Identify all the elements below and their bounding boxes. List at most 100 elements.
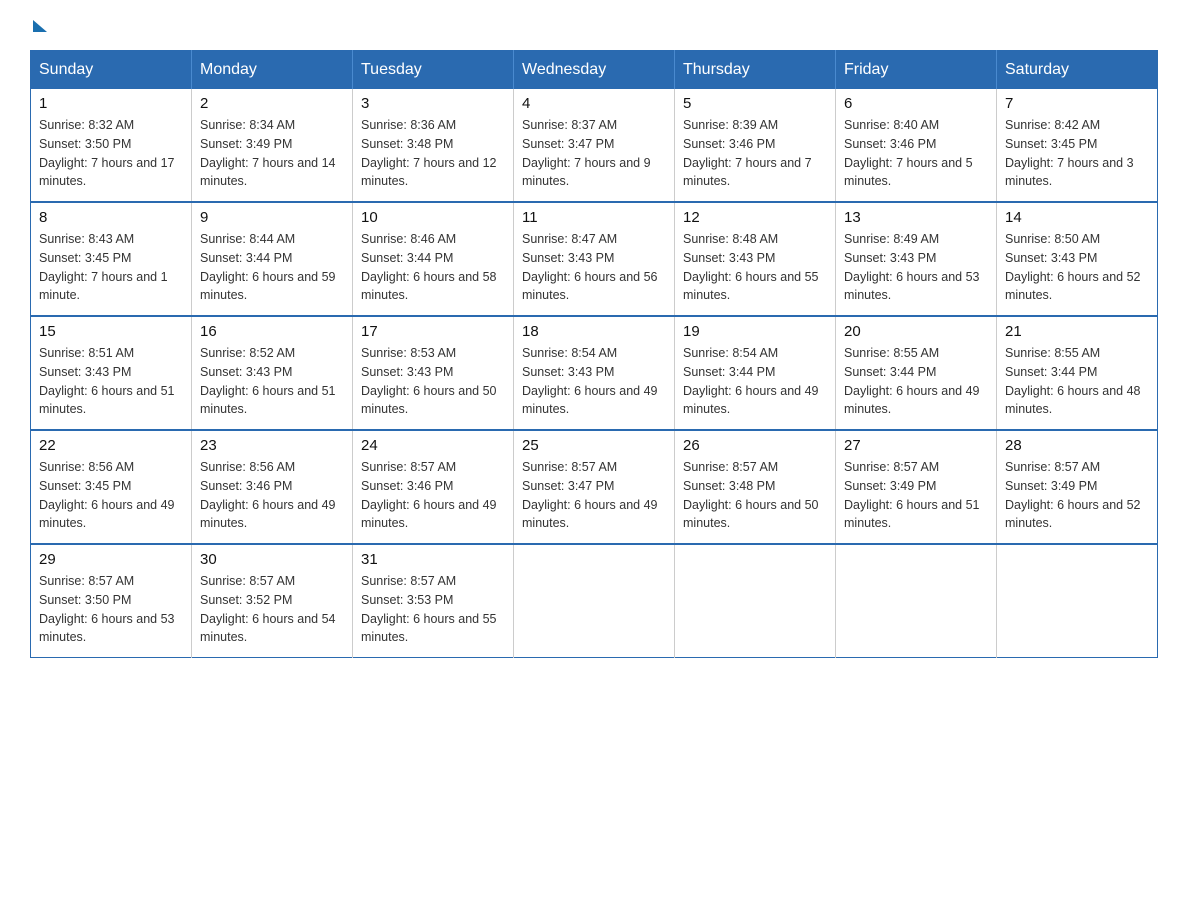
calendar-day-cell: 28 Sunrise: 8:57 AMSunset: 3:49 PMDayligh… (997, 430, 1158, 544)
day-info: Sunrise: 8:43 AMSunset: 3:45 PMDaylight:… (39, 230, 183, 305)
day-info: Sunrise: 8:47 AMSunset: 3:43 PMDaylight:… (522, 230, 666, 305)
calendar-table: SundayMondayTuesdayWednesdayThursdayFrid… (30, 50, 1158, 658)
day-info: Sunrise: 8:36 AMSunset: 3:48 PMDaylight:… (361, 116, 505, 191)
day-number: 21 (1005, 323, 1149, 340)
calendar-day-cell: 19 Sunrise: 8:54 AMSunset: 3:44 PMDayligh… (675, 316, 836, 430)
day-info: Sunrise: 8:39 AMSunset: 3:46 PMDaylight:… (683, 116, 827, 191)
day-info: Sunrise: 8:55 AMSunset: 3:44 PMDaylight:… (1005, 344, 1149, 419)
calendar-day-cell: 1Sunrise: 8:32 AMSunset: 3:50 PMDaylight… (31, 89, 192, 202)
calendar-day-cell: 6 Sunrise: 8:40 AMSunset: 3:46 PMDaylight… (836, 89, 997, 202)
calendar-day-cell: 12Sunrise: 8:48 AMSunset: 3:43 PMDayligh… (675, 202, 836, 316)
day-number: 31 (361, 551, 505, 568)
calendar-day-cell: 13 Sunrise: 8:49 AMSunset: 3:43 PMDayligh… (836, 202, 997, 316)
day-number: 27 (844, 437, 988, 454)
day-info: Sunrise: 8:32 AMSunset: 3:50 PMDaylight:… (39, 116, 183, 191)
day-info: Sunrise: 8:57 AMSunset: 3:50 PMDaylight:… (39, 572, 183, 647)
day-number: 15 (39, 323, 183, 340)
calendar-day-cell: 2 Sunrise: 8:34 AMSunset: 3:49 PMDaylight… (192, 89, 353, 202)
calendar-day-cell: 5 Sunrise: 8:39 AMSunset: 3:46 PMDaylight… (675, 89, 836, 202)
logo (30, 20, 47, 30)
calendar-day-header: Tuesday (353, 51, 514, 90)
calendar-day-cell: 14 Sunrise: 8:50 AMSunset: 3:43 PMDayligh… (997, 202, 1158, 316)
day-number: 9 (200, 209, 344, 226)
day-number: 6 (844, 95, 988, 112)
day-number: 17 (361, 323, 505, 340)
calendar-day-cell: 18Sunrise: 8:54 AMSunset: 3:43 PMDayligh… (514, 316, 675, 430)
calendar-day-cell (514, 544, 675, 658)
day-number: 12 (683, 209, 827, 226)
day-info: Sunrise: 8:57 AMSunset: 3:52 PMDaylight:… (200, 572, 344, 647)
calendar-day-cell (997, 544, 1158, 658)
day-number: 10 (361, 209, 505, 226)
calendar-day-header: Monday (192, 51, 353, 90)
calendar-day-header: Saturday (997, 51, 1158, 90)
day-number: 30 (200, 551, 344, 568)
day-info: Sunrise: 8:54 AMSunset: 3:44 PMDaylight:… (683, 344, 827, 419)
calendar-day-cell: 16 Sunrise: 8:52 AMSunset: 3:43 PMDayligh… (192, 316, 353, 430)
day-info: Sunrise: 8:54 AMSunset: 3:43 PMDaylight:… (522, 344, 666, 419)
calendar-day-cell: 29 Sunrise: 8:57 AMSunset: 3:50 PMDayligh… (31, 544, 192, 658)
day-number: 22 (39, 437, 183, 454)
calendar-day-cell: 8 Sunrise: 8:43 AMSunset: 3:45 PMDaylight… (31, 202, 192, 316)
page-header (30, 20, 1158, 30)
day-number: 13 (844, 209, 988, 226)
calendar-week-row: 1Sunrise: 8:32 AMSunset: 3:50 PMDaylight… (31, 89, 1158, 202)
day-info: Sunrise: 8:40 AMSunset: 3:46 PMDaylight:… (844, 116, 988, 191)
calendar-week-row: 8 Sunrise: 8:43 AMSunset: 3:45 PMDaylight… (31, 202, 1158, 316)
day-info: Sunrise: 8:44 AMSunset: 3:44 PMDaylight:… (200, 230, 344, 305)
day-info: Sunrise: 8:49 AMSunset: 3:43 PMDaylight:… (844, 230, 988, 305)
calendar-day-cell: 25 Sunrise: 8:57 AMSunset: 3:47 PMDayligh… (514, 430, 675, 544)
day-number: 26 (683, 437, 827, 454)
day-info: Sunrise: 8:46 AMSunset: 3:44 PMDaylight:… (361, 230, 505, 305)
logo-arrow-icon (33, 20, 47, 32)
calendar-day-cell: 7 Sunrise: 8:42 AMSunset: 3:45 PMDaylight… (997, 89, 1158, 202)
calendar-day-cell: 17 Sunrise: 8:53 AMSunset: 3:43 PMDayligh… (353, 316, 514, 430)
calendar-day-cell: 4Sunrise: 8:37 AMSunset: 3:47 PMDaylight… (514, 89, 675, 202)
day-number: 5 (683, 95, 827, 112)
calendar-day-header: Wednesday (514, 51, 675, 90)
day-info: Sunrise: 8:55 AMSunset: 3:44 PMDaylight:… (844, 344, 988, 419)
day-number: 14 (1005, 209, 1149, 226)
calendar-day-cell: 10 Sunrise: 8:46 AMSunset: 3:44 PMDayligh… (353, 202, 514, 316)
calendar-day-header: Thursday (675, 51, 836, 90)
day-info: Sunrise: 8:57 AMSunset: 3:47 PMDaylight:… (522, 458, 666, 533)
calendar-day-cell: 9 Sunrise: 8:44 AMSunset: 3:44 PMDaylight… (192, 202, 353, 316)
day-number: 8 (39, 209, 183, 226)
day-number: 29 (39, 551, 183, 568)
day-info: Sunrise: 8:37 AMSunset: 3:47 PMDaylight:… (522, 116, 666, 191)
day-info: Sunrise: 8:57 AMSunset: 3:46 PMDaylight:… (361, 458, 505, 533)
day-number: 28 (1005, 437, 1149, 454)
day-info: Sunrise: 8:34 AMSunset: 3:49 PMDaylight:… (200, 116, 344, 191)
day-number: 11 (522, 209, 666, 226)
calendar-day-cell (675, 544, 836, 658)
calendar-week-row: 22 Sunrise: 8:56 AMSunset: 3:45 PMDayligh… (31, 430, 1158, 544)
day-number: 16 (200, 323, 344, 340)
day-info: Sunrise: 8:57 AMSunset: 3:48 PMDaylight:… (683, 458, 827, 533)
day-info: Sunrise: 8:51 AMSunset: 3:43 PMDaylight:… (39, 344, 183, 419)
day-info: Sunrise: 8:52 AMSunset: 3:43 PMDaylight:… (200, 344, 344, 419)
calendar-day-cell: 20Sunrise: 8:55 AMSunset: 3:44 PMDayligh… (836, 316, 997, 430)
day-number: 3 (361, 95, 505, 112)
calendar-day-cell: 30 Sunrise: 8:57 AMSunset: 3:52 PMDayligh… (192, 544, 353, 658)
day-number: 19 (683, 323, 827, 340)
calendar-day-cell: 27Sunrise: 8:57 AMSunset: 3:49 PMDayligh… (836, 430, 997, 544)
calendar-day-cell: 22 Sunrise: 8:56 AMSunset: 3:45 PMDayligh… (31, 430, 192, 544)
day-info: Sunrise: 8:56 AMSunset: 3:46 PMDaylight:… (200, 458, 344, 533)
day-number: 24 (361, 437, 505, 454)
calendar-day-cell: 24 Sunrise: 8:57 AMSunset: 3:46 PMDayligh… (353, 430, 514, 544)
calendar-week-row: 15 Sunrise: 8:51 AMSunset: 3:43 PMDayligh… (31, 316, 1158, 430)
calendar-day-cell: 11 Sunrise: 8:47 AMSunset: 3:43 PMDayligh… (514, 202, 675, 316)
calendar-day-cell: 23 Sunrise: 8:56 AMSunset: 3:46 PMDayligh… (192, 430, 353, 544)
day-info: Sunrise: 8:50 AMSunset: 3:43 PMDaylight:… (1005, 230, 1149, 305)
day-info: Sunrise: 8:57 AMSunset: 3:49 PMDaylight:… (1005, 458, 1149, 533)
day-number: 23 (200, 437, 344, 454)
day-info: Sunrise: 8:42 AMSunset: 3:45 PMDaylight:… (1005, 116, 1149, 191)
day-info: Sunrise: 8:56 AMSunset: 3:45 PMDaylight:… (39, 458, 183, 533)
day-number: 2 (200, 95, 344, 112)
day-number: 25 (522, 437, 666, 454)
calendar-day-cell: 31Sunrise: 8:57 AMSunset: 3:53 PMDayligh… (353, 544, 514, 658)
calendar-header-row: SundayMondayTuesdayWednesdayThursdayFrid… (31, 51, 1158, 90)
calendar-day-cell (836, 544, 997, 658)
day-info: Sunrise: 8:53 AMSunset: 3:43 PMDaylight:… (361, 344, 505, 419)
day-number: 7 (1005, 95, 1149, 112)
